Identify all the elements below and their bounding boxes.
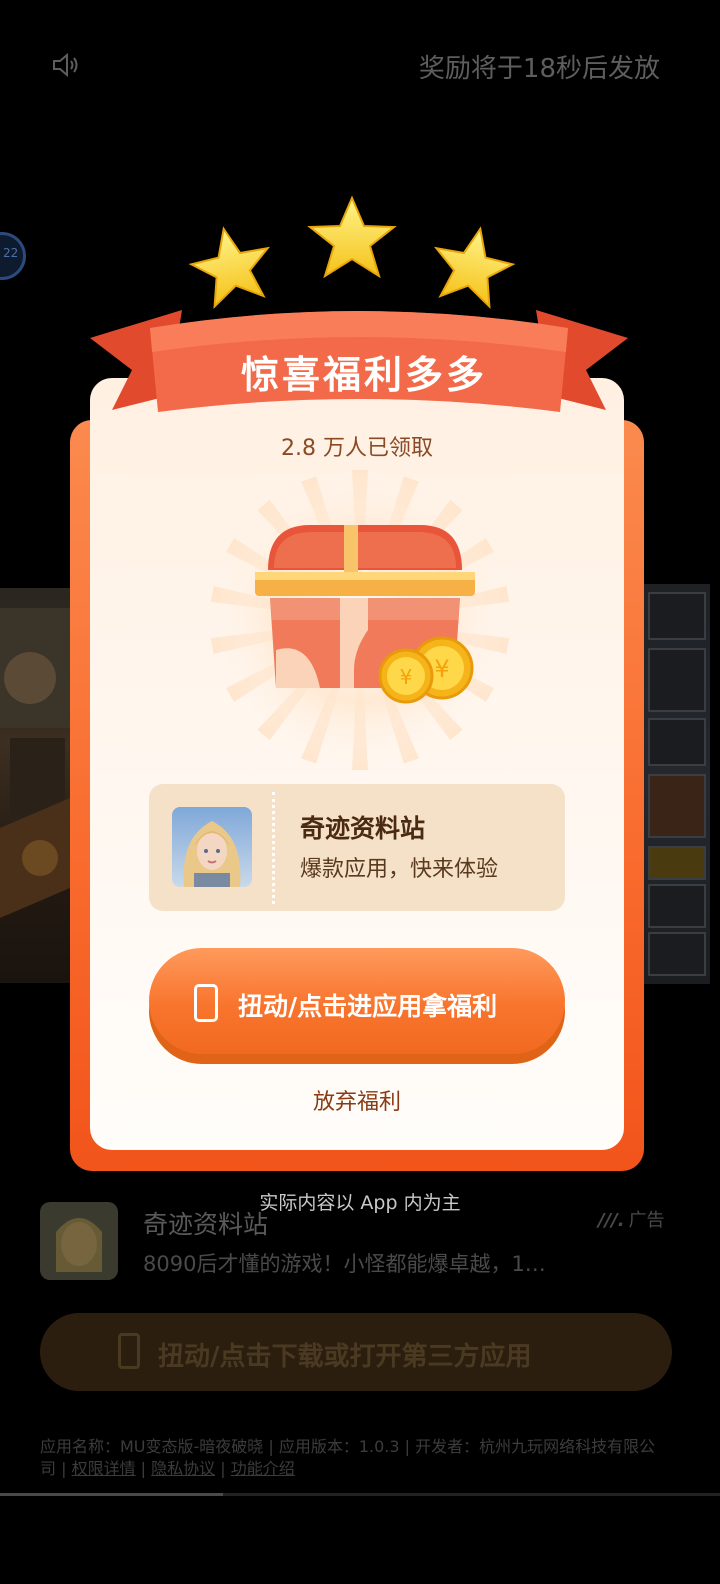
inventory-slot — [648, 718, 706, 766]
video-progress-fill — [0, 1493, 223, 1496]
app-info-line: 应用名称：MU变态版-暗夜破晓 | 应用版本：1.0.3 | 开发者：杭州九玩网… — [40, 1436, 670, 1480]
ribbon-title: 惊喜福利多多 — [240, 353, 487, 397]
inventory-slot — [648, 648, 706, 712]
speaker-icon[interactable] — [50, 50, 80, 80]
privacy-link[interactable]: 隐私协议 — [151, 1459, 215, 1478]
edge-badge: 22 — [0, 232, 26, 280]
permissions-link[interactable]: 权限详情 — [72, 1459, 136, 1478]
star-icon — [307, 195, 397, 279]
svg-text:¥: ¥ — [434, 655, 449, 683]
star-icon — [433, 226, 516, 310]
inventory-slot — [648, 774, 706, 838]
link-separator: | — [215, 1459, 231, 1478]
app-name: 奇迹资料站 — [300, 814, 426, 843]
features-link[interactable]: 功能介绍 — [231, 1459, 295, 1478]
inventory-slot — [648, 592, 706, 640]
inventory-slot — [648, 932, 706, 976]
ticket-divider — [272, 792, 275, 904]
inventory-slot — [648, 846, 706, 880]
phone-icon — [194, 984, 218, 1022]
treasure-chest-icon: ¥ ¥ — [255, 525, 475, 704]
background-app-description: 8090后才懂的游戏！小怪都能爆卓越，1… — [143, 1252, 546, 1276]
download-button-label: 扭动/点击下载或打开第三方应用 — [158, 1342, 532, 1372]
edge-badge-number: 22 — [3, 246, 19, 260]
game-scene-left — [0, 588, 70, 983]
inventory-slot — [648, 884, 706, 928]
claimed-count: 2.8 万人已领取 — [281, 436, 433, 461]
reward-countdown: 奖励将于18秒后发放 — [418, 54, 660, 84]
open-app-button-label: 扭动/点击进应用拿福利 — [238, 992, 498, 1021]
star-icon — [188, 226, 271, 310]
phone-icon — [118, 1333, 140, 1369]
app-icon[interactable] — [172, 807, 252, 887]
link-separator: | — [135, 1459, 152, 1478]
disclaimer: 实际内容以 App 内为主 — [259, 1192, 461, 1214]
three-stars — [188, 195, 516, 310]
svg-text:¥: ¥ — [400, 665, 413, 689]
app-slogan: 爆款应用，快来体验 — [300, 857, 499, 882]
game-inventory-right — [640, 584, 710, 984]
give-up-link[interactable]: 放弃福利 — [90, 1084, 624, 1116]
